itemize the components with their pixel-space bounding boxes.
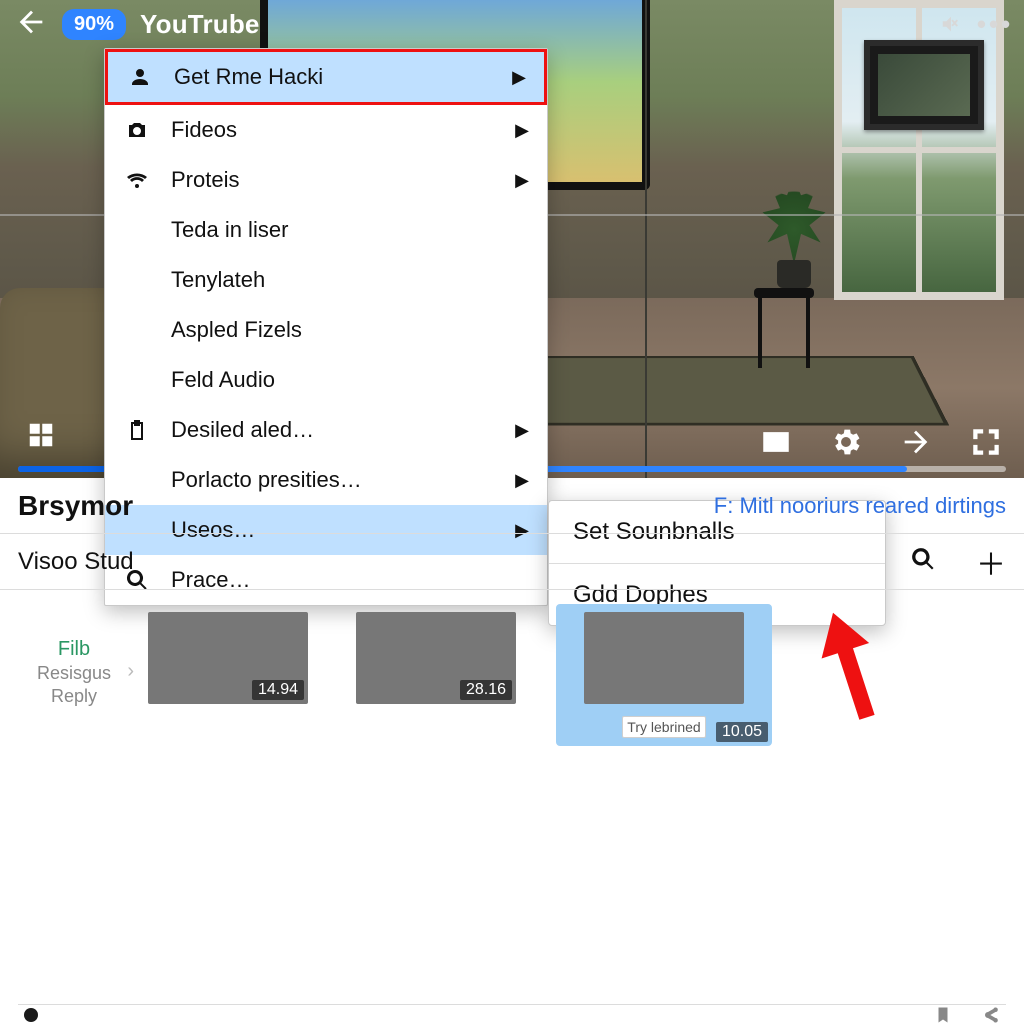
ellipsis-icon: •••: [977, 9, 1013, 40]
zoom-badge[interactable]: 90%: [62, 9, 126, 40]
captions-button[interactable]: [758, 424, 794, 460]
back-arrow-icon: [14, 5, 48, 39]
thumbnail-image: [584, 612, 744, 704]
next-button[interactable]: [898, 424, 934, 460]
wifi-icon: [123, 168, 151, 192]
menu-item-tenylateh[interactable]: Tenylateh: [105, 255, 547, 305]
section-header: Brsymor F: Mitl nooriurs reared dirtings: [0, 478, 1024, 534]
share-icon[interactable]: [982, 1006, 1000, 1024]
fullscreen-icon: [969, 425, 1003, 459]
menu-item-desiled[interactable]: Desiled aled… ▶: [105, 405, 547, 455]
thumbnail-duration: 14.94: [252, 680, 304, 700]
section-title: Brsymor: [18, 490, 133, 522]
menu-item-feld-audio[interactable]: Feld Audio: [105, 355, 547, 405]
chevron-right-icon: ▶: [515, 420, 529, 441]
camera-icon: [123, 118, 151, 142]
thumbnail[interactable]: 14.94: [148, 612, 308, 704]
gear-icon: [829, 425, 863, 459]
grid-icon: [26, 420, 56, 450]
toolbar-left-label[interactable]: Visoo Stud: [18, 548, 134, 576]
chevron-right-icon: ▶: [515, 120, 529, 141]
menu-item-label: Get Rme Hacki: [174, 64, 323, 90]
menu-item-label: Feld Audio: [171, 367, 275, 393]
more-button[interactable]: •••: [980, 9, 1010, 39]
menu-item-label: Tenylateh: [171, 267, 265, 293]
thumbnail-duration: 10.05: [716, 722, 768, 742]
menu-item-proteis[interactable]: Proteis ▶: [105, 155, 547, 205]
menu-item-teda[interactable]: Teda in liser: [105, 205, 547, 255]
section-right-link[interactable]: F: Mitl nooriurs reared dirtings: [714, 493, 1006, 519]
thumbnail[interactable]: 28.16: [356, 612, 516, 704]
stool: [754, 288, 814, 368]
captions-icon: [759, 425, 793, 459]
menu-item-label: Teda in liser: [171, 217, 288, 243]
app-title: YouTrube: [140, 9, 260, 40]
clipboard-icon: [123, 418, 151, 442]
thumbnail-tag: Try lebrined: [622, 716, 706, 738]
menu-item-label: Aspled Fizels: [171, 317, 302, 343]
status-dot-icon: [24, 1008, 38, 1022]
forward-arrow-icon: [899, 425, 933, 459]
side-label-reply: Reply: [51, 686, 97, 707]
menu-item-get-rme-hacki[interactable]: Get Rme Hacki ▶: [105, 49, 547, 105]
top-bar: 90% YouTrube •••: [0, 0, 1024, 48]
picture-frame: [864, 40, 984, 130]
layout-grid-button[interactable]: [26, 420, 60, 454]
search-icon: [910, 546, 936, 572]
chevron-right-icon: ▶: [515, 170, 529, 191]
video-controls: [758, 424, 1004, 460]
side-label-filb: Filb: [58, 638, 90, 661]
speaker-muted-icon: [940, 13, 962, 35]
status-bar: [18, 1004, 1006, 1024]
menu-item-label: Proteis: [171, 167, 239, 193]
mute-button[interactable]: [936, 9, 966, 39]
fullscreen-button[interactable]: [968, 424, 1004, 460]
gallery: Filb Resisgus Reply › 14.94 28.16 10.05 …: [0, 598, 1024, 1004]
toolbar-add-button[interactable]: ＋: [976, 540, 1006, 584]
menu-item-aspled[interactable]: Aspled Fizels: [105, 305, 547, 355]
thumbnails-row: 14.94 28.16 10.05 Try lebrined: [148, 612, 764, 990]
toolbar-search-button[interactable]: [910, 546, 936, 577]
toolbar: Visoo Stud ＋: [0, 534, 1024, 590]
plus-icon: ＋: [976, 549, 1006, 582]
menu-item-label: Desiled aled…: [171, 417, 314, 443]
person-icon: [126, 65, 154, 89]
side-label-resisgus: Resisgus: [37, 663, 111, 684]
thumbnail-duration: 28.16: [460, 680, 512, 700]
settings-button[interactable]: [828, 424, 864, 460]
thumbnail-selected[interactable]: 10.05 Try lebrined: [556, 604, 772, 746]
chevron-right-icon: ›: [127, 660, 134, 683]
chevron-right-icon: ▶: [512, 67, 526, 88]
back-button[interactable]: [14, 5, 48, 44]
gallery-side-labels[interactable]: Filb Resisgus Reply ›: [20, 612, 128, 990]
menu-item-label: Fideos: [171, 117, 237, 143]
menu-item-fideos[interactable]: Fideos ▶: [105, 105, 547, 155]
bookmark-icon[interactable]: [934, 1006, 952, 1024]
plant: [759, 178, 829, 288]
